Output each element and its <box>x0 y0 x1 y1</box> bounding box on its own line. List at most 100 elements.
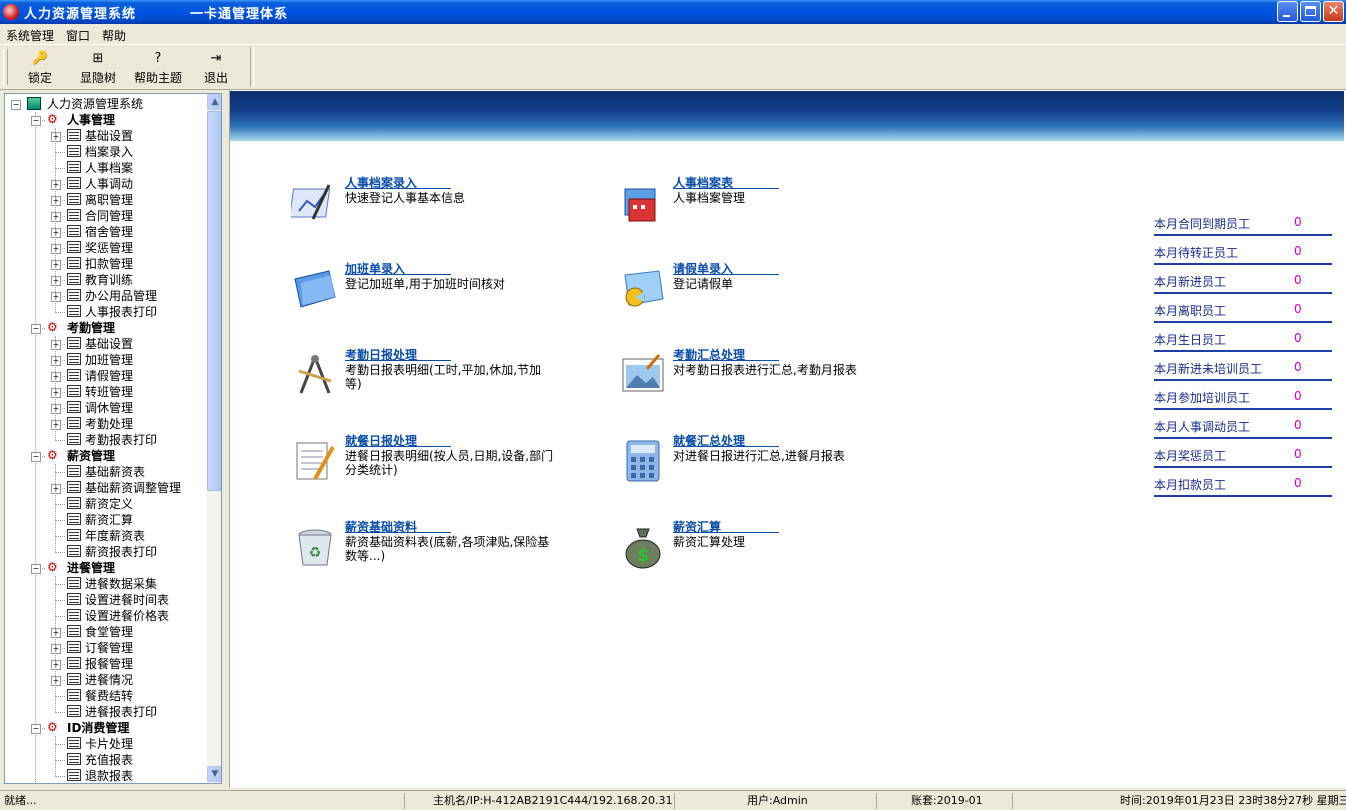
function-description: 对考勤日报表进行汇总,考勤月报表 <box>673 363 857 377</box>
stat-row[interactable]: 本月奖惩员工 0 <box>1154 444 1332 468</box>
stat-row[interactable]: 本月离职员工 0 <box>1154 299 1332 323</box>
tree-category-label: 考勤管理 <box>67 321 116 335</box>
scroll-up-button[interactable]: ▲ <box>207 94 221 110</box>
help-topics-button[interactable]: ? 帮助主题 <box>130 49 186 87</box>
maximize-button[interactable] <box>1300 1 1321 22</box>
status-time: 时间:2019年01月23日 23时38分27秒 星期三 <box>1012 793 1346 809</box>
toolbar: 🔑 锁定 ⊞ 显隐树 ? 帮助主题 ⇥ 退出 <box>0 44 1346 90</box>
pen-chart-icon[interactable] <box>289 179 339 227</box>
calculator-icon[interactable] <box>619 437 667 485</box>
function-description: 进餐日报表明细(按人员,日期,设备,部门分类统计) <box>345 449 554 477</box>
help-topics-label: 帮助主题 <box>133 71 182 85</box>
form-icon <box>67 673 81 685</box>
minimize-button[interactable] <box>1277 1 1298 22</box>
picture-icon[interactable] <box>619 351 667 399</box>
stat-label: 本月参加培训员工 <box>1154 391 1251 405</box>
tree-item-label: 基础设置 <box>85 129 134 143</box>
title-bar[interactable]: 人力资源管理系统 一卡通管理体系 ✕ <box>0 0 1346 24</box>
expand-icon[interactable]: + <box>51 388 61 398</box>
expand-icon[interactable]: + <box>51 676 61 686</box>
link-underline <box>345 532 451 533</box>
notepad-icon[interactable] <box>291 437 339 485</box>
expand-icon[interactable]: + <box>51 404 61 414</box>
stat-row[interactable]: 本月生日员工 0 <box>1154 328 1332 352</box>
tree-scrollbar[interactable]: ▲ ▼ <box>207 94 221 783</box>
lock-button[interactable]: 🔑 锁定 <box>12 49 68 87</box>
form-icon <box>67 225 81 237</box>
expand-icon[interactable]: + <box>51 660 61 670</box>
expand-icon[interactable]: + <box>51 356 61 366</box>
compass-icon[interactable] <box>291 351 339 399</box>
stat-label: 本月新进未培训员工 <box>1154 362 1263 376</box>
leave-folder-icon[interactable] <box>619 265 667 313</box>
expand-icon[interactable]: + <box>51 196 61 206</box>
expand-icon[interactable]: + <box>51 244 61 254</box>
scroll-down-button[interactable]: ▼ <box>207 766 221 782</box>
expand-icon[interactable]: + <box>51 644 61 654</box>
lock-label: 锁定 <box>27 71 52 85</box>
expand-icon[interactable]: + <box>51 180 61 190</box>
form-icon <box>67 529 81 541</box>
recycle-bin-icon[interactable]: ♻ <box>291 523 339 571</box>
expand-icon[interactable]: + <box>51 292 61 302</box>
minimize-icon <box>1283 15 1290 17</box>
expand-icon[interactable]: + <box>51 132 61 142</box>
tree-connector <box>55 440 65 441</box>
main-panel: 人事档案录入 快速登记人事基本信息 人事档案表 人事档案管理 加班单录入 登记加班单,用于… <box>229 89 1346 788</box>
expand-icon[interactable]: + <box>51 228 61 238</box>
expand-icon[interactable]: + <box>51 484 61 494</box>
expand-icon[interactable]: + <box>51 372 61 382</box>
stat-row[interactable]: 本月新进未培训员工 0 <box>1154 357 1332 381</box>
stat-row[interactable]: 本月人事调动员工 0 <box>1154 415 1332 439</box>
collapse-icon[interactable]: − <box>31 324 41 334</box>
tree-connector <box>55 128 56 312</box>
form-icon <box>67 689 81 701</box>
tree-item-label: 转班管理 <box>85 385 134 399</box>
menu-help[interactable]: 帮助 <box>102 27 126 44</box>
exit-icon: ⇥ <box>210 51 222 66</box>
stat-row[interactable]: 本月扣款员工 0 <box>1154 473 1332 497</box>
toolbar-grip[interactable] <box>3 49 8 85</box>
function-item: 人事档案录入 快速登记人事基本信息 <box>289 176 571 249</box>
stat-label: 本月奖惩员工 <box>1154 449 1227 463</box>
status-user: 用户:Admin <box>674 793 876 809</box>
svg-text:$: $ <box>637 545 650 566</box>
money-bag-icon[interactable]: $ <box>619 523 667 571</box>
toggle-tree-button[interactable]: ⊞ 显隐树 <box>70 49 126 87</box>
tree-item-label: 卡片处理 <box>85 737 134 751</box>
expand-icon[interactable]: + <box>51 260 61 270</box>
collapse-icon[interactable]: − <box>31 116 41 126</box>
link-underline <box>673 188 779 189</box>
collapse-icon[interactable]: − <box>31 724 41 734</box>
tree-item-label: 人事调动 <box>85 177 134 191</box>
tree-item-label: 考勤报表打印 <box>85 433 158 447</box>
expand-icon[interactable]: + <box>51 340 61 350</box>
expand-icon[interactable]: + <box>51 212 61 222</box>
blue-folder-icon[interactable] <box>291 265 339 313</box>
form-icon <box>67 625 81 637</box>
stat-row[interactable]: 本月合同到期员工 0 <box>1154 212 1332 236</box>
expand-icon[interactable]: + <box>51 276 61 286</box>
scroll-thumb[interactable] <box>207 111 221 491</box>
archive-icon[interactable] <box>619 179 667 227</box>
stat-row[interactable]: 本月参加培训员工 0 <box>1154 386 1332 410</box>
menu-system[interactable]: 系统管理 <box>6 27 54 44</box>
function-item: 就餐汇总处理 对进餐日报进行汇总,进餐月报表 <box>619 434 899 507</box>
function-description: 登记请假单 <box>673 277 734 291</box>
tree-item-label: 教育训练 <box>85 273 134 287</box>
collapse-icon[interactable]: − <box>11 100 21 110</box>
exit-button[interactable]: ⇥ 退出 <box>188 49 244 87</box>
menu-window[interactable]: 窗口 <box>66 27 90 44</box>
function-description: 薪资基础资料表(底薪,各项津贴,保险基数等...) <box>345 535 550 563</box>
stat-label: 本月离职员工 <box>1154 304 1227 318</box>
stat-value: 0 <box>1294 244 1302 258</box>
navigation-tree-panel[interactable]: − 人力资源管理系统 − ⚙ 人事管理 + 基础设置 档案录入 人事档案 + 人事调动 + 离职管理 + 合… <box>4 93 222 784</box>
expand-icon[interactable]: + <box>51 628 61 638</box>
collapse-icon[interactable]: − <box>31 564 41 574</box>
stat-row[interactable]: 本月新进员工 0 <box>1154 270 1332 294</box>
stat-row[interactable]: 本月待转正员工 0 <box>1154 241 1332 265</box>
expand-icon[interactable]: + <box>51 420 61 430</box>
close-button[interactable]: ✕ <box>1323 1 1344 22</box>
collapse-icon[interactable]: − <box>31 452 41 462</box>
tree-item-label: 考勤处理 <box>85 417 134 431</box>
